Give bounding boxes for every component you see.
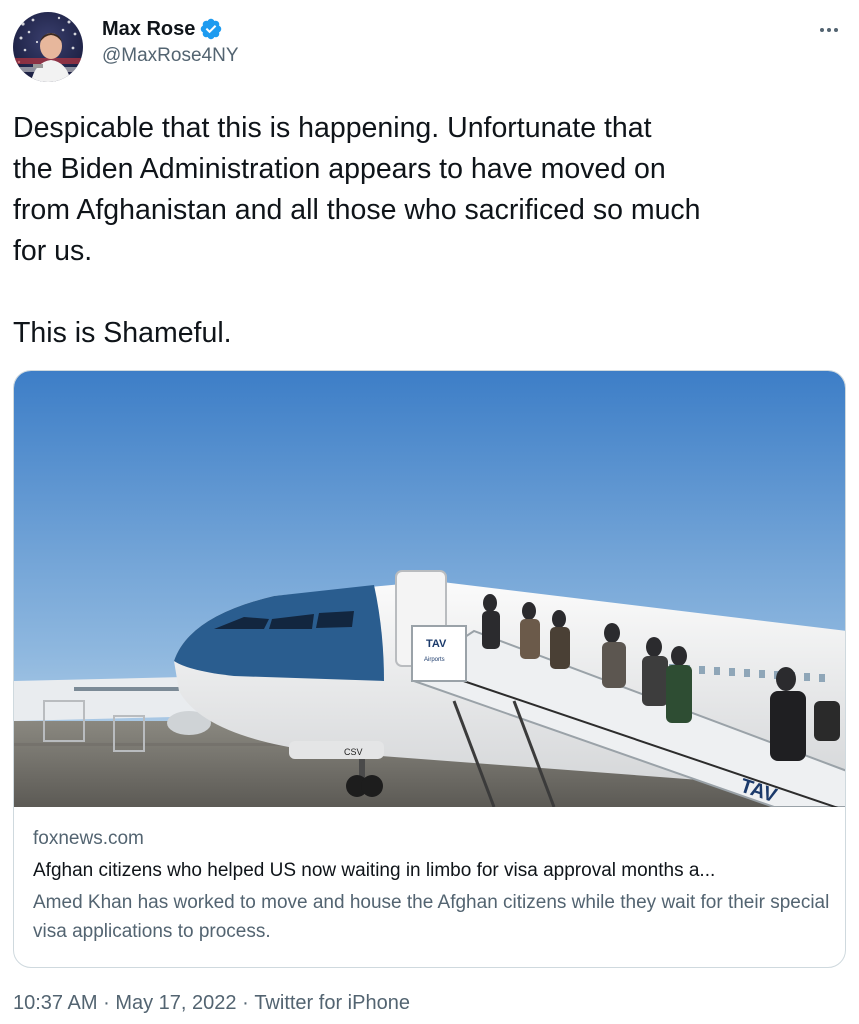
author-block: Max Rose @MaxRose4NY	[102, 18, 239, 67]
nose-code-text: CSV	[344, 747, 363, 757]
avatar[interactable]	[13, 12, 83, 82]
tweet-date[interactable]: May 17, 2022	[115, 992, 236, 1015]
tweet-footer: 10:37 AM · May 17, 2022 · Twitter for iP…	[13, 992, 410, 1015]
link-preview-card[interactable]: CSV TAV Airports TAV foxnews.com Afghan …	[13, 370, 846, 968]
tweet-text-line: Despicable that this is happening. Unfor…	[13, 112, 652, 144]
card-image[interactable]: CSV TAV Airports TAV	[14, 371, 845, 807]
card-description: Amed Khan has worked to move and house t…	[33, 892, 830, 942]
tweet-time[interactable]: 10:37 AM	[13, 992, 98, 1015]
card-meta: foxnews.com Afghan citizens who helped U…	[33, 826, 833, 946]
verified-badge-icon	[201, 18, 222, 39]
tweet-text-line: from Afghanistan and all those who sacri…	[13, 194, 701, 226]
author-handle[interactable]: @MaxRose4NY	[102, 45, 239, 67]
tweet-text-blank-line	[13, 272, 847, 313]
airplane-boarding-photo: CSV TAV Airports TAV	[14, 371, 845, 807]
avatar-photo	[13, 12, 83, 82]
tweet-text-line: This is Shameful.	[13, 317, 232, 349]
tweet-text-line: for us.	[13, 235, 93, 267]
footer-separator: ·	[242, 992, 249, 1014]
author-display-name[interactable]: Max Rose	[102, 18, 195, 41]
stair-sign-subtext: Airports	[424, 657, 445, 663]
tweet-text: Despicable that this is happening. Unfor…	[13, 108, 847, 354]
more-horizontal-icon[interactable]	[815, 16, 843, 44]
tweet-text-line: the Biden Administration appears to have…	[13, 153, 666, 185]
tweet-source[interactable]: Twitter for iPhone	[254, 992, 410, 1015]
card-domain: foxnews.com	[33, 828, 144, 849]
card-title[interactable]: Afghan citizens who helped US now waitin…	[33, 856, 833, 886]
stair-sign-text: TAV	[426, 638, 447, 650]
footer-separator: ·	[103, 992, 110, 1014]
tweet-header: Max Rose @MaxRose4NY	[13, 12, 847, 82]
